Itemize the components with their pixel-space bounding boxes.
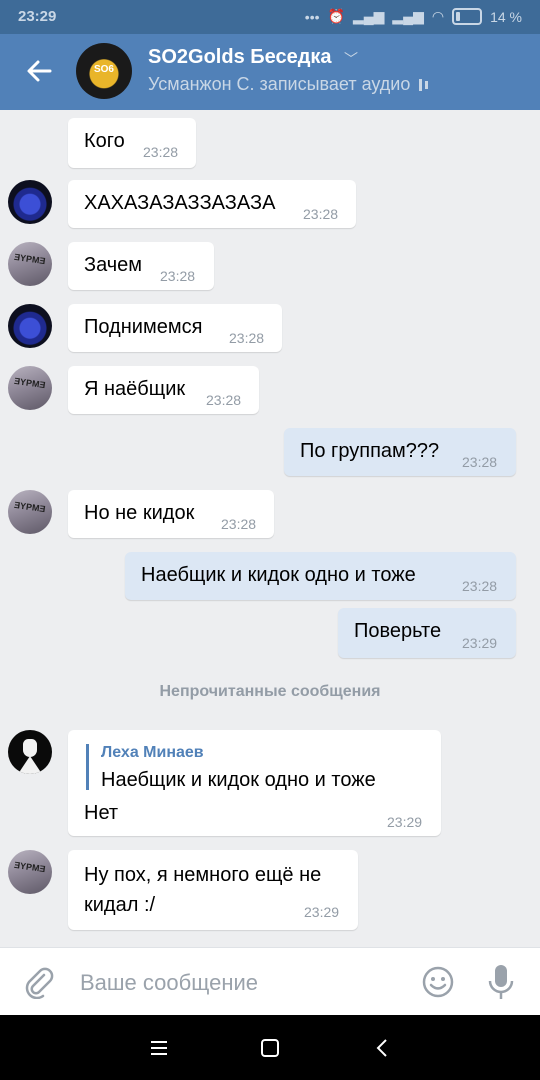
emoji-icon[interactable] xyxy=(420,964,456,1000)
avatar[interactable] xyxy=(8,730,52,774)
message-bubble-outgoing[interactable]: По группам??? 23:28 xyxy=(284,428,516,476)
chat-avatar-logo: SO6 xyxy=(93,64,114,75)
battery-percent: 14 % xyxy=(490,8,522,25)
avatar[interactable]: ƎYPMƎ xyxy=(8,490,52,534)
message-time: 23:28 xyxy=(303,206,339,222)
message-text-line-1: Ну пох, я немного ещё не xyxy=(84,864,322,886)
avatar[interactable] xyxy=(8,304,52,348)
avatar[interactable]: ƎYPMƎ xyxy=(8,366,52,410)
audio-recording-icon xyxy=(419,74,431,95)
message-text-line-2: кидал :/ xyxy=(84,894,156,916)
chat-title[interactable]: SO2Golds Беседка xyxy=(148,46,332,69)
message-time: 23:28 xyxy=(229,330,265,346)
message-text: Поверьте xyxy=(354,620,442,642)
reply-quoted-text[interactable]: Наебщик и кидок одно и тоже xyxy=(101,769,376,792)
message-text: По группам??? xyxy=(300,440,440,462)
message-text: Но не кидок xyxy=(84,502,195,524)
back-arrow-icon[interactable] xyxy=(24,54,54,88)
typing-status: Усманжон С. записывает аудио xyxy=(148,74,411,94)
battery-icon xyxy=(452,8,483,25)
message-bubble[interactable]: Кого 23:28 xyxy=(68,118,196,168)
avatar[interactable]: ƎYPMƎ xyxy=(8,850,52,894)
avatar[interactable]: ƎYPMƎ xyxy=(8,242,52,286)
status-icons: ••• ⏰ ▂▄▆ ▂▄▆ ◠ 14 % xyxy=(305,8,522,25)
message-text: Кого xyxy=(84,130,125,152)
message-bubble[interactable]: Поднимемся 23:28 xyxy=(68,304,282,352)
avatar-shirt-print: ƎYPMƎ xyxy=(13,251,47,267)
message-text: Поднимемся xyxy=(84,316,203,338)
message-text: Я наёбщик xyxy=(84,378,186,400)
message-composer xyxy=(0,947,540,1016)
message-time: 23:29 xyxy=(462,635,498,651)
reply-quote-bar xyxy=(86,744,89,790)
message-bubble-outgoing[interactable]: Поверьте 23:29 xyxy=(338,608,516,658)
message-time: 23:28 xyxy=(206,392,242,408)
chat-header: SO6 SO2Golds Беседка ﹀ Усманжон С. запис… xyxy=(0,34,540,110)
message-bubble[interactable]: ХАХАЗАЗАЗЗАЗАЗА 23:28 xyxy=(68,180,356,228)
home-icon[interactable] xyxy=(257,1035,283,1061)
status-bar: 23:29 ••• ⏰ ▂▄▆ ▂▄▆ ◠ 14 % xyxy=(0,0,540,34)
message-time: 23:28 xyxy=(143,144,179,160)
chevron-down-icon[interactable]: ﹀ xyxy=(344,49,358,69)
message-text: ХАХАЗАЗАЗЗАЗАЗА xyxy=(84,192,276,214)
message-text: Зачем xyxy=(84,254,143,276)
message-time: 23:28 xyxy=(160,268,196,284)
message-time: 23:28 xyxy=(221,516,257,532)
signal-icon: ▂▄▆ xyxy=(352,8,385,24)
menu-icon[interactable] xyxy=(146,1035,172,1061)
message-input[interactable] xyxy=(78,966,402,1000)
message-time: 23:29 xyxy=(304,904,340,920)
message-bubble[interactable]: Но не кидок 23:28 xyxy=(68,490,274,538)
message-time: 23:29 xyxy=(387,814,423,830)
chat-subtitle: Усманжон С. записывает аудио xyxy=(148,74,431,95)
message-time: 23:28 xyxy=(462,454,498,470)
chat-avatar[interactable]: SO6 xyxy=(76,43,132,99)
message-bubble-outgoing[interactable]: Наебщик и кидок одно и тоже 23:28 xyxy=(125,552,516,600)
message-text: Нет xyxy=(84,802,119,824)
signal-2-icon: ▂▄▆ xyxy=(392,8,424,24)
mask-suit xyxy=(18,756,42,774)
unread-messages-divider: Непрочитанные сообщения xyxy=(159,683,381,700)
mask-face xyxy=(23,739,37,757)
status-time: 23:29 xyxy=(18,8,57,25)
message-bubble[interactable]: Ну пох, я немного ещё не кидал :/ 23:29 xyxy=(68,850,358,930)
message-bubble[interactable]: Зачем 23:28 xyxy=(68,242,214,290)
message-time: 23:28 xyxy=(462,578,498,594)
message-text: Наебщик и кидок одно и тоже xyxy=(141,564,416,586)
message-bubble[interactable]: Я наёбщик 23:28 xyxy=(68,366,259,414)
avatar[interactable] xyxy=(8,180,52,224)
avatar-shirt-print: ƎYPMƎ xyxy=(13,499,47,515)
alarm-icon: ⏰ xyxy=(327,8,345,24)
microphone-icon[interactable] xyxy=(484,962,518,1002)
wifi-icon: ◠ xyxy=(431,8,445,24)
avatar-shirt-print: ƎYPMƎ xyxy=(13,859,47,875)
back-icon[interactable] xyxy=(370,1035,396,1061)
paperclip-icon[interactable] xyxy=(22,965,56,999)
reply-author[interactable]: Леха Минаев xyxy=(101,744,204,762)
avatar-shirt-print: ƎYPMƎ xyxy=(13,375,47,391)
android-nav-bar xyxy=(0,1015,540,1080)
message-bubble-reply[interactable]: Леха Минаев Наебщик и кидок одно и тоже … xyxy=(68,730,441,836)
more-dots-icon: ••• xyxy=(304,8,320,25)
